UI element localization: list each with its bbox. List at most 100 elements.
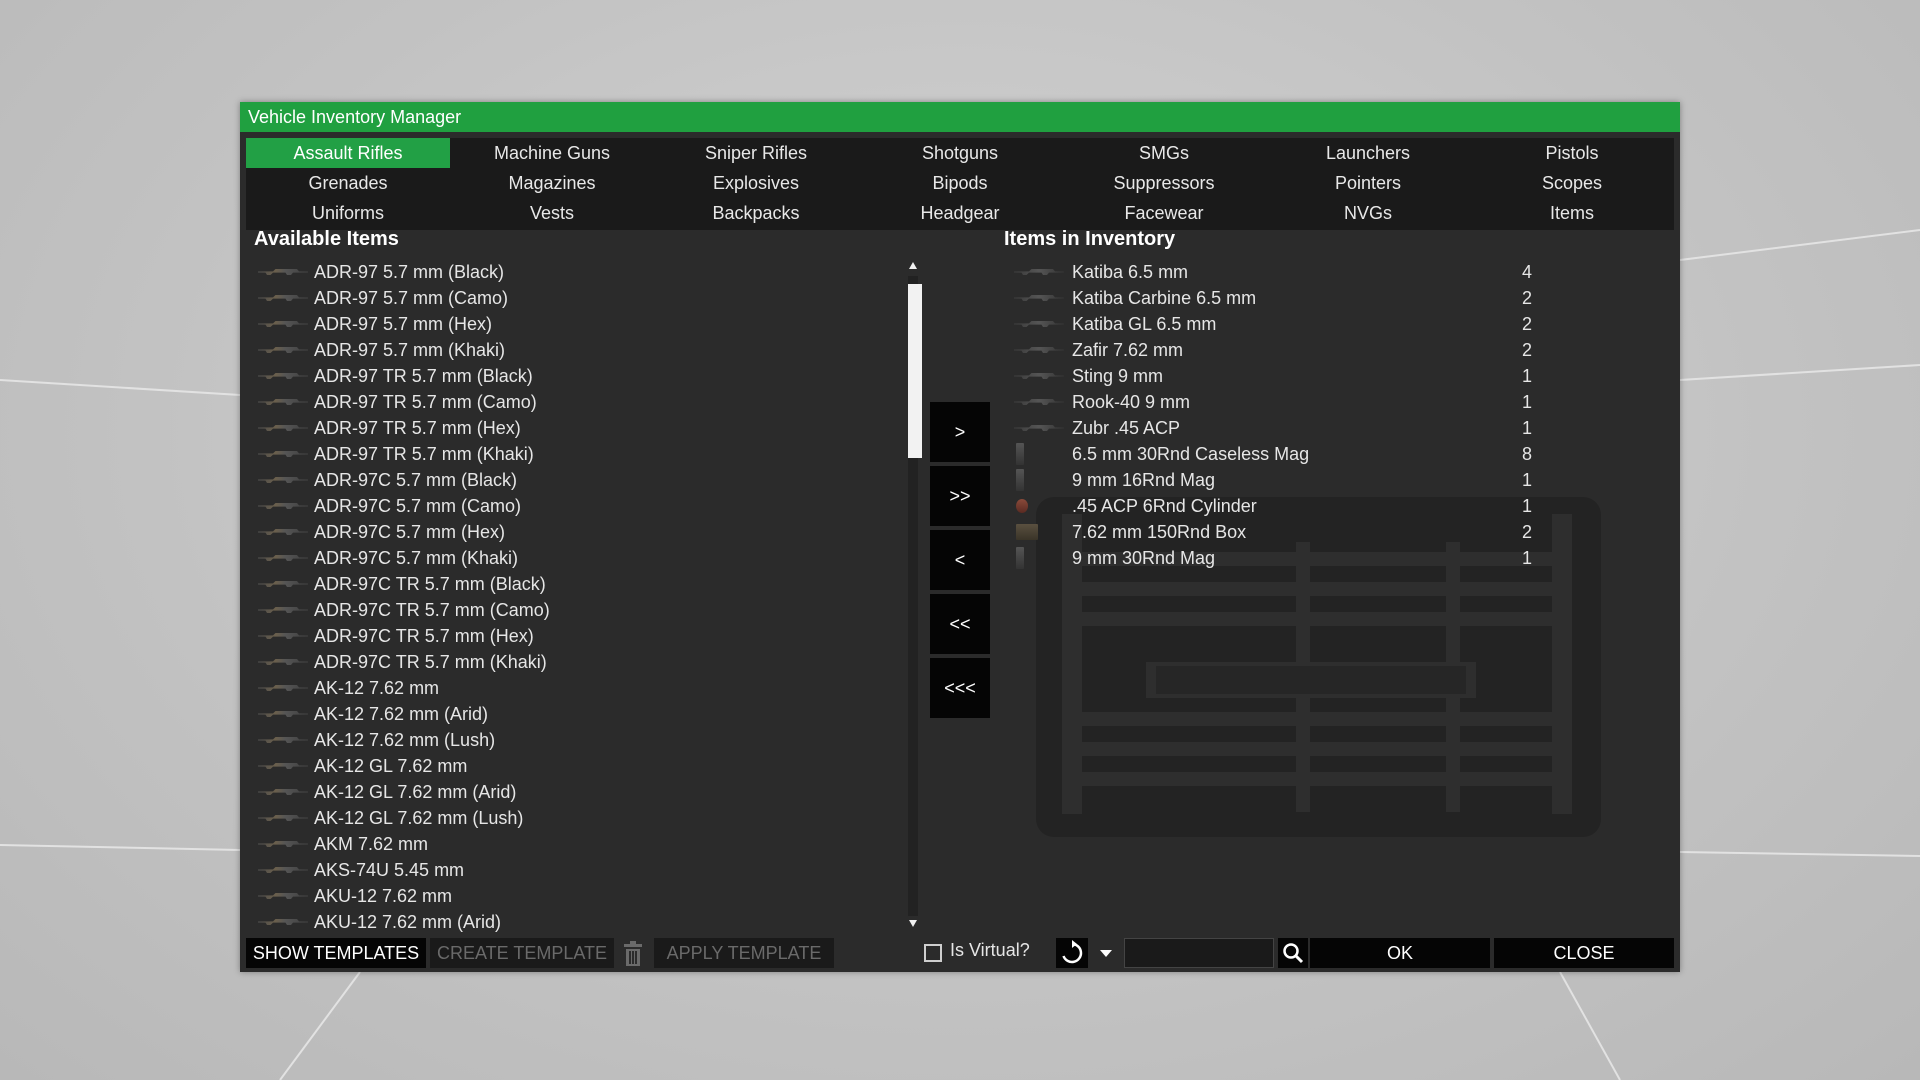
tab-vests[interactable]: Vests <box>450 198 654 228</box>
magazine-icon <box>1014 469 1064 491</box>
tab-smgs[interactable]: SMGs <box>1062 138 1266 168</box>
list-item[interactable]: ADR-97 5.7 mm (Hex) <box>254 311 874 337</box>
tab-uniforms[interactable]: Uniforms <box>246 198 450 228</box>
tab-grenades[interactable]: Grenades <box>246 168 450 198</box>
tab-launchers[interactable]: Launchers <box>1266 138 1470 168</box>
tab-nvgs[interactable]: NVGs <box>1266 198 1470 228</box>
list-item[interactable]: ADR-97C TR 5.7 mm (Hex) <box>254 623 874 649</box>
item-label: Katiba 6.5 mm <box>1072 261 1189 282</box>
inventory-area: Katiba 6.5 mm 4 Katiba Carbine 6.5 mm 2 Kati… <box>1006 252 1674 932</box>
remove-one-button[interactable]: < <box>930 530 990 590</box>
list-item[interactable]: AK-12 7.62 mm (Lush) <box>254 727 874 753</box>
list-item[interactable]: AK-12 7.62 mm (Arid) <box>254 701 874 727</box>
list-item[interactable]: Sting 9 mm 1 <box>1006 363 1666 389</box>
tab-pointers[interactable]: Pointers <box>1266 168 1470 198</box>
search-icon <box>1283 943 1304 964</box>
list-item[interactable]: ADR-97 TR 5.7 mm (Khaki) <box>254 441 874 467</box>
item-label: AK-12 GL 7.62 mm (Lush) <box>314 807 524 828</box>
list-item[interactable]: ADR-97 TR 5.7 mm (Camo) <box>254 389 874 415</box>
filter-dropdown[interactable] <box>1092 938 1120 968</box>
tab-facewear[interactable]: Facewear <box>1062 198 1266 228</box>
item-label: ADR-97C 5.7 mm (Black) <box>314 469 518 490</box>
tab-headgear[interactable]: Headgear <box>858 198 1062 228</box>
list-item[interactable]: ADR-97 5.7 mm (Camo) <box>254 285 874 311</box>
remove-all-button[interactable]: << <box>930 594 990 654</box>
list-item[interactable]: ADR-97C TR 5.7 mm (Black) <box>254 571 874 597</box>
list-item[interactable]: AK-12 GL 7.62 mm (Arid) <box>254 779 874 805</box>
list-item[interactable]: ADR-97 TR 5.7 mm (Black) <box>254 363 874 389</box>
list-item[interactable]: ADR-97 5.7 mm (Khaki) <box>254 337 874 363</box>
list-item[interactable]: .45 ACP 6Rnd Cylinder 1 <box>1006 493 1666 519</box>
list-item[interactable]: AK-12 7.62 mm <box>254 675 874 701</box>
tab-sniper-rifles[interactable]: Sniper Rifles <box>654 138 858 168</box>
list-item[interactable]: AK-12 GL 7.62 mm (Lush) <box>254 805 874 831</box>
tab-machine-guns[interactable]: Machine Guns <box>450 138 654 168</box>
item-label: Katiba Carbine 6.5 mm <box>1072 287 1257 308</box>
scroll-down-arrow-icon[interactable] <box>906 916 920 928</box>
rifle-icon <box>258 865 308 875</box>
rifle-icon <box>258 839 308 849</box>
list-item[interactable]: AKU-12 7.62 mm (Arid) <box>254 909 874 935</box>
rifle-icon <box>1014 345 1064 355</box>
tab-assault-rifles[interactable]: Assault Rifles <box>246 138 450 168</box>
list-item[interactable]: 9 mm 30Rnd Mag 1 <box>1006 545 1666 571</box>
item-count: 1 <box>1522 495 1533 516</box>
list-item[interactable]: ADR-97C 5.7 mm (Khaki) <box>254 545 874 571</box>
close-button[interactable]: CLOSE <box>1494 938 1674 968</box>
list-item[interactable]: ADR-97C 5.7 mm (Hex) <box>254 519 874 545</box>
rifle-icon <box>258 657 308 667</box>
list-item[interactable]: Zubr .45 ACP 1 <box>1006 415 1666 441</box>
add-all-button[interactable]: >> <box>930 466 990 526</box>
list-item[interactable]: ADR-97C TR 5.7 mm (Camo) <box>254 597 874 623</box>
item-count: 1 <box>1522 417 1533 438</box>
apply-template-button[interactable]: APPLY TEMPLATE <box>654 938 834 968</box>
available-items-list[interactable]: ADR-97 5.7 mm (Black) ADR-97 5.7 mm (Camo… <box>254 259 874 939</box>
is-virtual-checkbox[interactable] <box>924 944 942 962</box>
list-item[interactable]: AKU-12 7.62 mm <box>254 883 874 909</box>
list-item[interactable]: Katiba GL 6.5 mm 2 <box>1006 311 1666 337</box>
add-one-button[interactable]: > <box>930 402 990 462</box>
list-item[interactable]: Zafir 7.62 mm 2 <box>1006 337 1666 363</box>
list-item[interactable]: AK-12 GL 7.62 mm <box>254 753 874 779</box>
tab-suppressors[interactable]: Suppressors <box>1062 168 1266 198</box>
item-label: ADR-97 5.7 mm (Hex) <box>314 313 493 334</box>
list-item[interactable]: 6.5 mm 30Rnd Caseless Mag 8 <box>1006 441 1666 467</box>
create-template-button[interactable]: CREATE TEMPLATE <box>430 938 614 968</box>
inventory-manager-window: Vehicle Inventory Manager Assault Rifles… <box>240 102 1680 972</box>
list-item[interactable]: 7.62 mm 150Rnd Box 2 <box>1006 519 1666 545</box>
transfer-buttons: > >> < << <<< <box>930 402 990 722</box>
list-item[interactable]: Katiba Carbine 6.5 mm 2 <box>1006 285 1666 311</box>
list-item[interactable]: ADR-97C 5.7 mm (Black) <box>254 467 874 493</box>
show-templates-button[interactable]: SHOW TEMPLATES <box>246 938 426 968</box>
list-item[interactable]: ADR-97C 5.7 mm (Camo) <box>254 493 874 519</box>
scroll-up-arrow-icon[interactable] <box>906 258 920 270</box>
list-item[interactable]: Rook-40 9 mm 1 <box>1006 389 1666 415</box>
tab-backpacks[interactable]: Backpacks <box>654 198 858 228</box>
list-item[interactable]: ADR-97 TR 5.7 mm (Hex) <box>254 415 874 441</box>
clear-inventory-button[interactable]: <<< <box>930 658 990 718</box>
tab-scopes[interactable]: Scopes <box>1470 168 1674 198</box>
tab-pistols[interactable]: Pistols <box>1470 138 1674 168</box>
refresh-button[interactable] <box>1056 938 1088 968</box>
list-item[interactable]: AKS-74U 5.45 mm <box>254 857 874 883</box>
ok-button[interactable]: OK <box>1310 938 1490 968</box>
trash-icon[interactable] <box>620 940 646 968</box>
rifle-icon <box>258 579 308 589</box>
tab-bipods[interactable]: Bipods <box>858 168 1062 198</box>
list-item[interactable]: AKM 7.62 mm <box>254 831 874 857</box>
list-item[interactable]: 9 mm 16Rnd Mag 1 <box>1006 467 1666 493</box>
tab-magazines[interactable]: Magazines <box>450 168 654 198</box>
tab-items[interactable]: Items <box>1470 198 1674 228</box>
search-input[interactable] <box>1124 938 1274 968</box>
available-scrollbar[interactable] <box>904 262 922 928</box>
pistol-icon <box>1014 397 1064 407</box>
tab-explosives[interactable]: Explosives <box>654 168 858 198</box>
search-button[interactable] <box>1278 938 1308 968</box>
list-item[interactable]: Katiba 6.5 mm 4 <box>1006 259 1666 285</box>
item-label: ADR-97 5.7 mm (Camo) <box>314 287 509 308</box>
tab-shotguns[interactable]: Shotguns <box>858 138 1062 168</box>
scroll-thumb[interactable] <box>908 284 922 458</box>
list-item[interactable]: ADR-97C TR 5.7 mm (Khaki) <box>254 649 874 675</box>
inventory-items-list[interactable]: Katiba 6.5 mm 4 Katiba Carbine 6.5 mm 2 Kati… <box>1006 259 1666 571</box>
list-item[interactable]: ADR-97 5.7 mm (Black) <box>254 259 874 285</box>
